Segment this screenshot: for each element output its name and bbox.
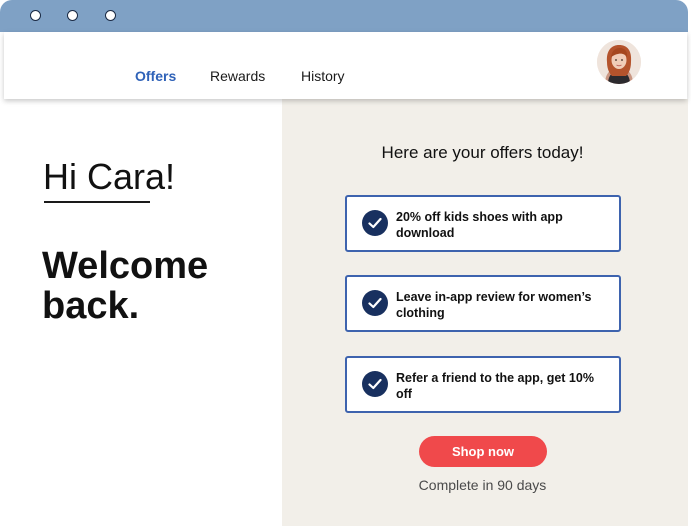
welcome-message: Welcome back. [42,245,209,327]
greeting-underline [44,201,150,203]
offer-card[interactable]: Leave in-app review for women’s clothing [345,275,621,332]
welcome-pane: Hi Cara! Welcome back. [0,99,282,526]
offer-card[interactable]: 20% off kids shoes with app download [345,195,621,252]
offer-card[interactable]: Refer a friend to the app, get 10% off [345,356,621,413]
window-dot-maximize[interactable] [105,10,116,21]
greeting-heading: Hi Cara! [43,156,176,197]
window-titlebar [0,0,688,32]
user-avatar[interactable] [597,40,641,84]
window-dot-close[interactable] [30,10,41,21]
tab-rewards[interactable]: Rewards [210,68,265,84]
tab-history[interactable]: History [301,68,345,84]
app-window: Offers Rewards History Hi Cara! Welcome … [0,0,691,526]
window-dot-minimize[interactable] [67,10,78,21]
top-navbar: Offers Rewards History [4,32,687,99]
deadline-note: Complete in 90 days [418,477,547,493]
checkmark-icon [362,210,388,236]
avatar-photo-icon [597,40,641,84]
offer-text: Leave in-app review for women’s clothing [396,290,592,320]
offers-heading: Here are your offers today! [381,143,584,162]
shop-now-button[interactable]: Shop now [419,436,547,467]
tab-offers[interactable]: Offers [135,68,176,84]
checkmark-icon [362,290,388,316]
offers-panel: Here are your offers today! 20% off kids… [282,99,688,526]
offer-text: 20% off kids shoes with app download [396,210,563,240]
checkmark-icon [362,371,388,397]
offer-text: Refer a friend to the app, get 10% off [396,371,594,401]
